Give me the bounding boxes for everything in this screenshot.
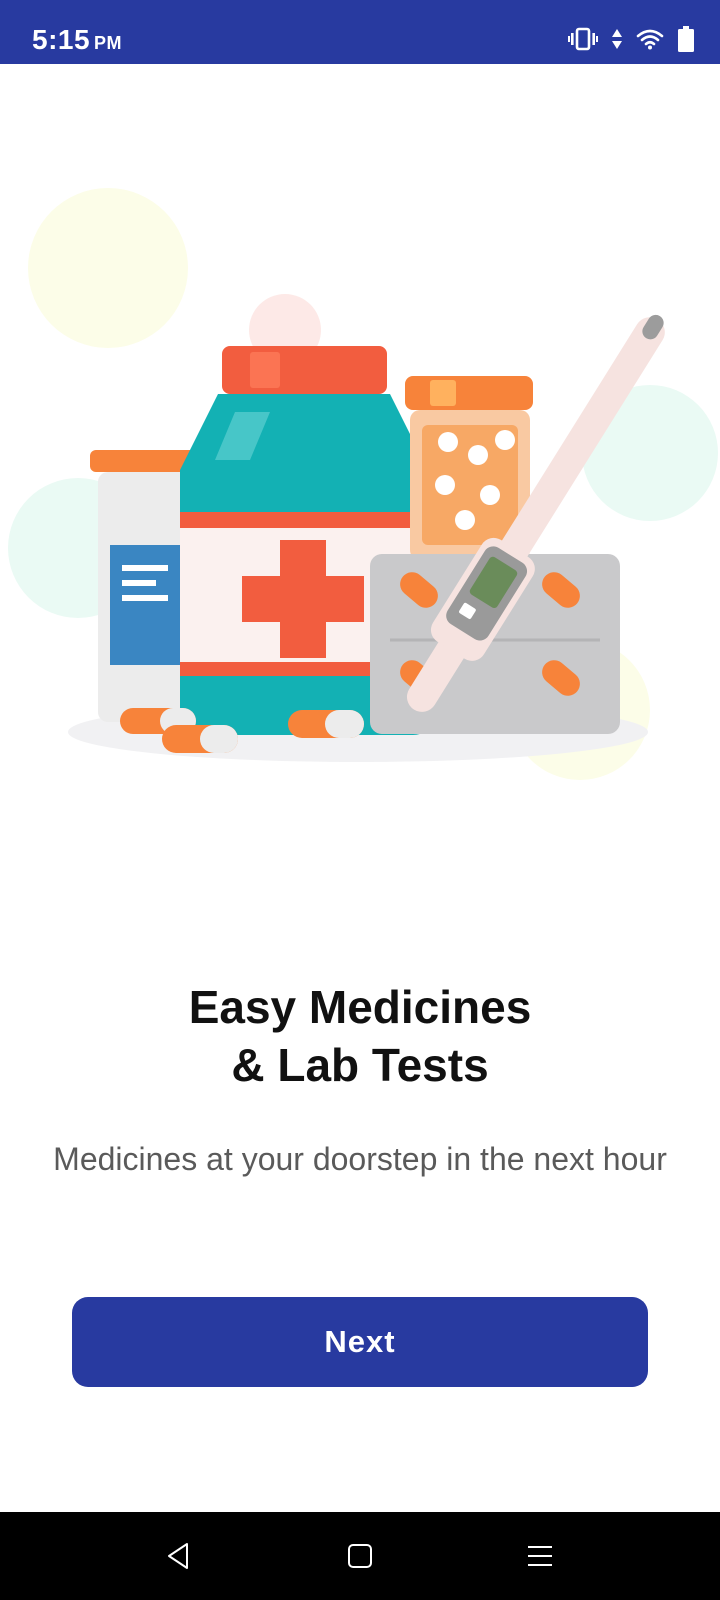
status-time-value: 5:15 bbox=[32, 24, 91, 55]
onboarding-title: Easy Medicines & Lab Tests bbox=[60, 978, 660, 1094]
onboarding-subtitle: Medicines at your doorstep in the next h… bbox=[53, 1141, 667, 1177]
status-time-ampm: PM bbox=[94, 33, 123, 53]
home-icon[interactable] bbox=[338, 1534, 382, 1578]
status-time: 5:15 PM bbox=[32, 24, 122, 56]
back-icon[interactable] bbox=[156, 1534, 200, 1578]
next-button[interactable]: Next bbox=[72, 1297, 648, 1387]
battery-icon bbox=[678, 26, 694, 52]
medicine-illustration bbox=[0, 180, 720, 820]
menu-icon[interactable] bbox=[518, 1534, 562, 1578]
onboarding-screen: 5:15 PM Easy Medicines & Lab Tests Medic… bbox=[0, 0, 720, 1600]
navigation-bar bbox=[0, 1512, 720, 1600]
status-bar: 5:15 PM bbox=[0, 0, 720, 64]
vibrate-icon bbox=[568, 27, 598, 51]
title-line-2: & Lab Tests bbox=[231, 1039, 489, 1091]
wifi-icon bbox=[636, 28, 664, 50]
data-arrows-icon bbox=[612, 27, 622, 51]
title-line-1: Easy Medicines bbox=[188, 981, 532, 1033]
status-icons bbox=[568, 25, 694, 53]
